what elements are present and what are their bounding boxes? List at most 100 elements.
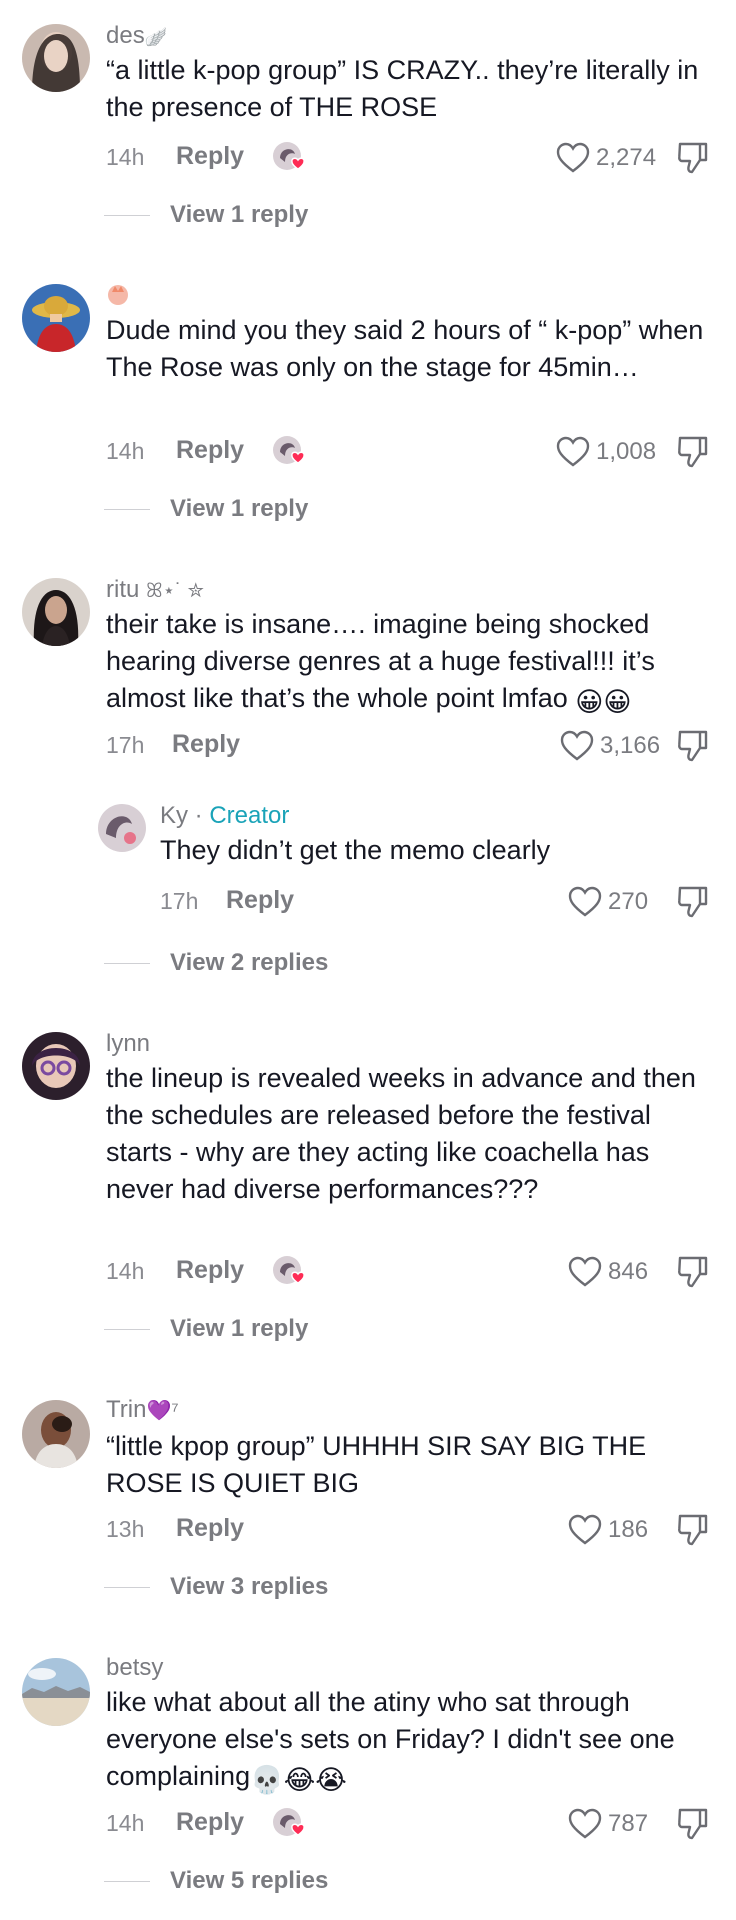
reply-button[interactable]: Reply (176, 1514, 244, 1543)
comment-text-body: their take is insane…. imagine being sho… (106, 609, 655, 713)
comment-text-body: like what about all the atiny who sat th… (106, 1687, 675, 1791)
view-replies[interactable]: View 1 reply (104, 198, 308, 232)
view-replies-label[interactable]: View 3 replies (170, 1573, 328, 1601)
creator-badge: Creator (209, 802, 290, 829)
timestamp: 14h (106, 438, 145, 464)
like-count: 787 (608, 1810, 649, 1837)
timestamp: 14h (106, 144, 145, 170)
timestamp: 14h (106, 1258, 145, 1284)
username[interactable]: des (106, 22, 145, 49)
avatar[interactable] (22, 1658, 90, 1726)
creator-liked-avatar-icon (271, 434, 311, 470)
like-count: 2,274 (596, 144, 657, 171)
thumbs-down-icon (678, 436, 708, 468)
divider (104, 1328, 150, 1330)
like-button[interactable]: 270 (568, 884, 648, 920)
like-button[interactable]: 186 (568, 1512, 648, 1548)
thumbs-down-icon (678, 142, 708, 174)
dislike-button[interactable] (676, 1806, 710, 1842)
divider (104, 508, 150, 510)
view-replies-label[interactable]: View 1 reply (170, 495, 308, 523)
thumbs-down-icon (678, 1808, 708, 1840)
heart-outline-icon (568, 1808, 602, 1839)
separator: · (188, 802, 210, 829)
comment-text: their take is insane…. imagine being sho… (106, 606, 716, 721)
comment-text: “little kpop group” UHHHH SIR SAY BIG TH… (106, 1431, 647, 1498)
username[interactable]: Ky (160, 802, 188, 829)
username-suffix: 🪽 (144, 27, 168, 47)
username[interactable]: betsy (106, 1654, 163, 1681)
comment-text: like what about all the atiny who sat th… (106, 1684, 716, 1799)
reply-button[interactable]: Reply (226, 886, 294, 915)
like-button[interactable]: 2,274 (556, 140, 656, 176)
dislike-button[interactable] (676, 1512, 710, 1548)
view-replies[interactable]: View 1 reply (104, 492, 308, 526)
like-count: 3,166 (600, 732, 661, 759)
dislike-button[interactable] (676, 728, 710, 764)
dislike-button[interactable] (676, 434, 710, 470)
view-replies[interactable]: View 2 replies (104, 946, 328, 980)
comment-text: the lineup is revealed weeks in advance … (106, 1063, 696, 1204)
avatar[interactable] (22, 284, 90, 352)
comment-emoji: 😀😀 (575, 687, 632, 717)
username-suffix: 💜⁷ (146, 1400, 179, 1422)
username[interactable]: lynn (106, 1030, 150, 1057)
heart-outline-icon (568, 1256, 602, 1287)
avatar[interactable] (22, 1032, 90, 1100)
comment-text: “a little k-pop group” IS CRAZY.. they’r… (106, 55, 699, 122)
comment-actions: 17h Reply 270 (160, 884, 736, 920)
avatar[interactable] (22, 24, 90, 92)
divider (104, 962, 150, 964)
dislike-button[interactable] (676, 1254, 710, 1290)
comment-actions: 14h Reply 787 (106, 1806, 726, 1842)
comment-actions: 17h Reply 3,166 (106, 728, 726, 764)
timestamp: 14h (106, 1810, 145, 1836)
timestamp: 13h (106, 1516, 145, 1542)
reply-button[interactable]: Reply (172, 730, 240, 759)
thumbs-down-icon (678, 886, 708, 918)
divider (104, 1880, 150, 1882)
heart-outline-icon (556, 142, 590, 173)
divider (104, 1586, 150, 1588)
avatar[interactable] (22, 578, 90, 646)
like-count: 846 (608, 1258, 649, 1285)
username[interactable]: Trin (106, 1396, 146, 1423)
thumbs-down-icon (678, 1514, 708, 1546)
reply-button[interactable]: Reply (176, 1256, 244, 1285)
view-replies[interactable]: View 3 replies (104, 1570, 328, 1604)
like-count: 1,008 (596, 438, 657, 465)
avatar[interactable] (98, 804, 146, 852)
like-count: 186 (608, 1516, 649, 1543)
view-replies-label[interactable]: View 2 replies (170, 949, 328, 977)
view-replies[interactable]: View 5 replies (104, 1864, 328, 1898)
heart-outline-icon (568, 1514, 602, 1545)
timestamp: 17h (106, 732, 145, 758)
view-replies-label[interactable]: View 1 reply (170, 201, 308, 229)
like-button[interactable]: 846 (568, 1254, 648, 1290)
heart-outline-icon (556, 436, 590, 467)
divider (104, 214, 150, 216)
timestamp: 17h (160, 888, 199, 914)
comment-text: Dude mind you they said 2 hours of “ k-p… (106, 315, 704, 382)
comment-actions: 14h Reply 2,274 (106, 140, 726, 176)
dislike-button[interactable] (676, 884, 710, 920)
comment-emoji: 💀😂😭 (250, 1765, 347, 1795)
reply-button[interactable]: Reply (176, 1808, 244, 1837)
reply-button[interactable]: Reply (176, 142, 244, 171)
view-replies[interactable]: View 1 reply (104, 1312, 308, 1346)
view-replies-label[interactable]: View 5 replies (170, 1867, 328, 1895)
creator-liked-avatar-icon (271, 1806, 311, 1842)
heart-outline-icon (568, 886, 602, 917)
username[interactable]: ritu (106, 576, 139, 603)
creator-liked-avatar-icon (271, 140, 311, 176)
like-button[interactable]: 3,166 (560, 728, 660, 764)
comment-actions: 14h Reply 1,008 (106, 434, 726, 470)
avatar[interactable] (22, 1400, 90, 1468)
like-button[interactable]: 1,008 (556, 434, 656, 470)
heart-outline-icon (560, 730, 594, 761)
dislike-button[interactable] (676, 140, 710, 176)
reply-button[interactable]: Reply (176, 436, 244, 465)
view-replies-label[interactable]: View 1 reply (170, 1315, 308, 1343)
thumbs-down-icon (678, 1256, 708, 1288)
like-button[interactable]: 787 (568, 1806, 648, 1842)
